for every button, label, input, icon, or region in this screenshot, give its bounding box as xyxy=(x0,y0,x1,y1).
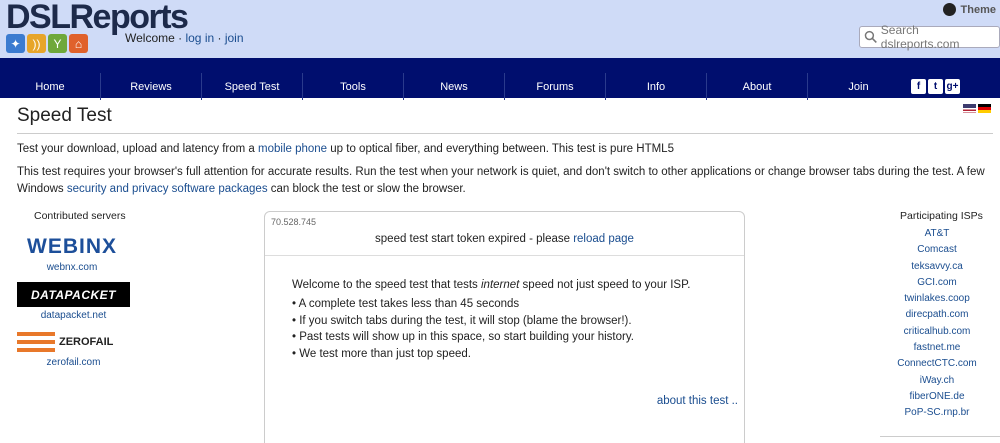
welcome-pre: Welcome to the speed test that tests xyxy=(292,279,481,291)
page-title: Speed Test xyxy=(17,105,112,126)
isp-link[interactable]: teksavvy.ca xyxy=(887,259,987,275)
token-text: speed test start token expired - please xyxy=(375,233,574,245)
logo-icon-row: ✦ )) Y ⌂ xyxy=(6,34,88,53)
nav-reviews[interactable]: Reviews xyxy=(101,73,202,100)
server-link[interactable]: webnx.com xyxy=(17,262,127,273)
nav-speed-test[interactable]: Speed Test xyxy=(202,73,303,100)
speed-test-panel: 70.528.745 speed test start token expire… xyxy=(264,211,745,443)
isp-divider xyxy=(880,436,1000,437)
requirements-paragraph: This test requires your browser's full a… xyxy=(17,164,993,198)
intro-text: Test your download, upload and latency f… xyxy=(17,143,259,155)
isp-list: AT&T Comcast teksavvy.ca GCI.com twinlak… xyxy=(887,226,987,422)
reload-page-link[interactable]: reload page xyxy=(573,233,634,245)
social-links: f t g+ xyxy=(911,79,960,94)
welcome-bar: Welcome · log in · join xyxy=(125,31,244,45)
zerofail-wordmark: ZEROFAIL xyxy=(59,336,114,348)
isp-link[interactable]: direcpath.com xyxy=(887,307,987,323)
isp-link[interactable]: Comcast xyxy=(887,242,987,258)
intro-text-end: up to optical fiber, and everything betw… xyxy=(327,143,674,155)
welcome-text: Welcome · xyxy=(125,31,183,45)
isp-link[interactable]: criticalhub.com xyxy=(887,324,987,340)
us-flag-icon[interactable] xyxy=(963,104,976,113)
nav-join[interactable]: Join xyxy=(808,73,909,100)
server-datapacket[interactable]: DATAPACKET datapacket.net xyxy=(17,282,130,321)
isp-link[interactable]: fiberONE.de xyxy=(887,389,987,405)
nav-news[interactable]: News xyxy=(404,73,505,100)
site-header: DSLReports ✦ )) Y ⌂ Welcome · log in · j… xyxy=(0,0,1000,58)
title-divider xyxy=(17,133,993,134)
twitter-icon[interactable]: t xyxy=(928,79,943,94)
theme-label: Theme xyxy=(960,3,996,16)
facebook-icon[interactable]: f xyxy=(911,79,926,94)
datapacket-logo: DATAPACKET xyxy=(17,282,130,307)
isp-link[interactable]: GCI.com xyxy=(887,275,987,291)
list-item: • A complete test takes less than 45 sec… xyxy=(292,298,520,310)
theme-toggle[interactable]: Theme xyxy=(942,3,996,16)
nav-forums[interactable]: Forums xyxy=(505,73,606,100)
zerofail-logo: ZEROFAIL xyxy=(17,330,130,354)
list-item: • If you switch tabs during the test, it… xyxy=(292,314,632,327)
list-item: • We test more than just top speed. xyxy=(292,348,471,361)
security-software-link[interactable]: security and privacy software packages xyxy=(67,183,268,195)
home-icon: ⌂ xyxy=(69,34,88,53)
server-zerofail[interactable]: ZEROFAIL zerofail.com xyxy=(17,330,130,368)
zerofail-mark-icon xyxy=(17,332,55,352)
isp-link[interactable]: AT&T xyxy=(887,226,987,242)
nav-info[interactable]: Info xyxy=(606,73,707,100)
nav-home[interactable]: Home xyxy=(0,73,101,100)
mobile-phone-link[interactable]: mobile phone xyxy=(258,143,327,155)
server-link[interactable]: datapacket.net xyxy=(17,310,130,321)
panel-divider xyxy=(265,255,744,256)
token-status: speed test start token expired - please … xyxy=(265,233,744,245)
contributed-servers-title: Contributed servers xyxy=(34,210,126,222)
search-placeholder: Search dslreports.com xyxy=(880,23,960,51)
german-flag-icon[interactable] xyxy=(978,104,991,113)
googleplus-icon[interactable]: g+ xyxy=(945,79,960,94)
test-info-list: • A complete test takes less than 45 sec… xyxy=(292,298,634,365)
search-input[interactable]: Search dslreports.com xyxy=(859,23,1000,51)
language-flags xyxy=(963,104,991,113)
intro-paragraph: Test your download, upload and latency f… xyxy=(17,143,674,155)
requirements-text-end: can block the test or slow the browser. xyxy=(267,183,466,195)
antenna-icon: Y xyxy=(48,34,67,53)
client-ip: 70.528.745 xyxy=(271,217,317,227)
about-test-link[interactable]: about this test .. xyxy=(657,395,738,407)
login-link[interactable]: log in xyxy=(185,31,214,45)
join-link[interactable]: join xyxy=(225,31,244,45)
isp-link[interactable]: iWay.ch xyxy=(887,373,987,389)
welcome-post: speed not just speed to your ISP. xyxy=(519,279,691,291)
search-icon xyxy=(864,30,877,43)
isp-link[interactable]: PoP-SC.rnp.br xyxy=(887,405,987,421)
participating-isps-title: Participating ISPs xyxy=(900,210,983,222)
welcome-em: internet xyxy=(481,279,520,291)
server-webnx[interactable]: WEBINX webnx.com xyxy=(17,235,127,273)
isp-link[interactable]: ConnectCTC.com xyxy=(887,356,987,372)
list-item: • Past tests will show up in this space,… xyxy=(292,331,634,344)
wireless-icon: )) xyxy=(27,34,46,53)
test-welcome: Welcome to the speed test that tests int… xyxy=(292,279,690,291)
isp-link[interactable]: fastnet.me xyxy=(887,340,987,356)
separator-dot: · xyxy=(217,31,222,45)
isp-link[interactable]: twinlakes.coop xyxy=(887,291,987,307)
webnx-logo: WEBINX xyxy=(27,235,117,258)
server-link[interactable]: zerofail.com xyxy=(17,357,130,368)
satellite-icon: ✦ xyxy=(6,34,25,53)
main-nav: Home Reviews Speed Test Tools News Forum… xyxy=(0,73,1000,100)
nav-about[interactable]: About xyxy=(707,73,808,100)
nav-tools[interactable]: Tools xyxy=(303,73,404,100)
theme-icon xyxy=(942,3,956,16)
